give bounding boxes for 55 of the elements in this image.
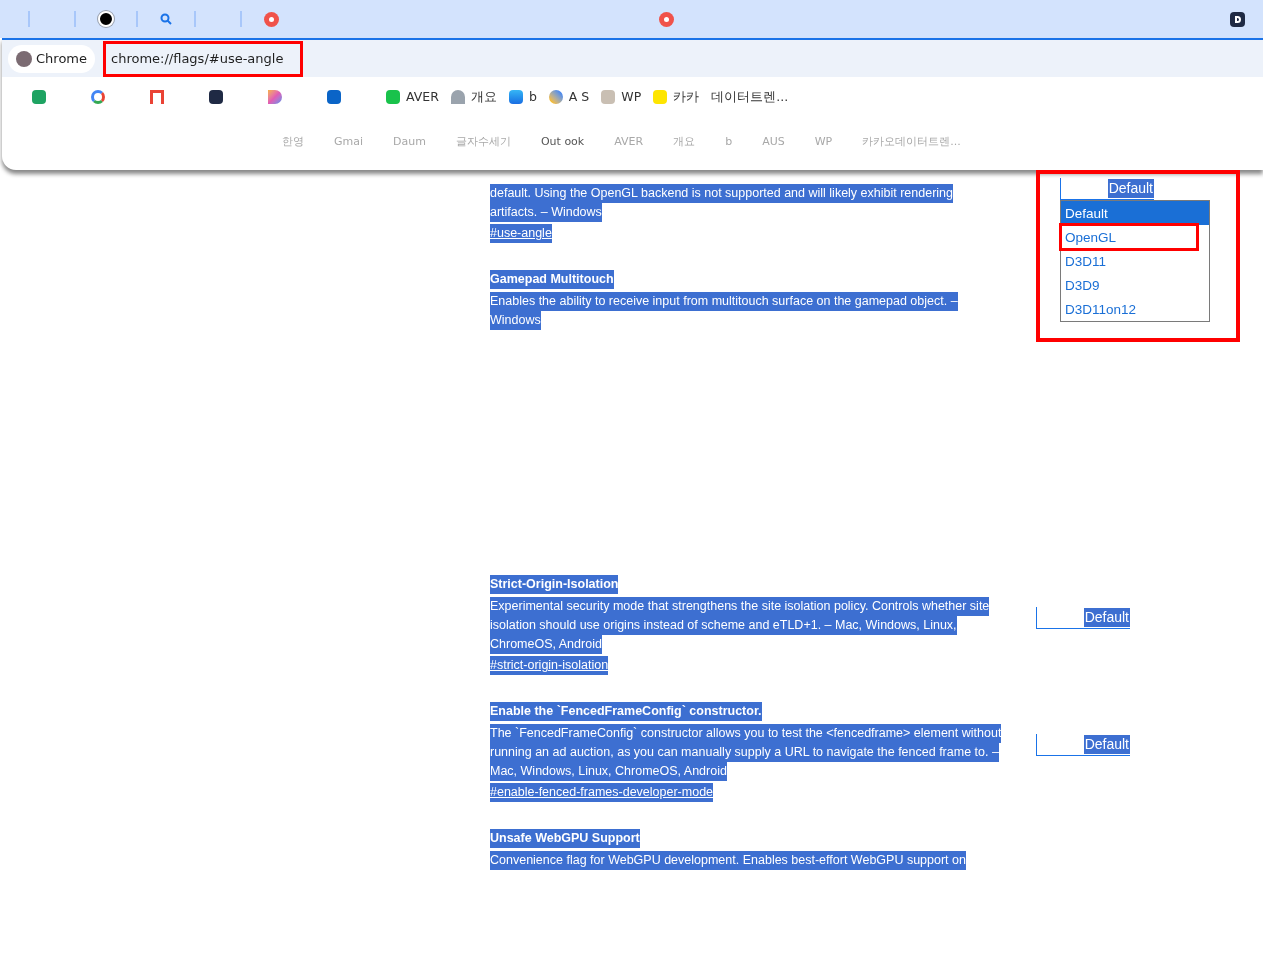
bookmark[interactable]: b bbox=[508, 87, 537, 107]
bookmark[interactable]: 카카 bbox=[653, 87, 700, 107]
bookmark[interactable]: AVER bbox=[386, 87, 439, 107]
flag-description: default. Using the OpenGL backend is not supported and will likely exhibit rendering bbox=[490, 184, 953, 203]
flag-title: Gamepad Multitouch bbox=[490, 270, 614, 289]
tab-divider bbox=[136, 11, 138, 27]
flag-title: Enable the `FencedFrameConfig` constructor. bbox=[490, 702, 762, 721]
dropdown-option[interactable]: D3D11 bbox=[1061, 249, 1209, 273]
url-field[interactable]: chrome://flags/#use-angle bbox=[103, 40, 303, 77]
bookmark-ghost-label: AUS bbox=[762, 133, 785, 150]
dots-icon[interactable] bbox=[659, 11, 674, 27]
search-icon[interactable] bbox=[160, 13, 172, 25]
flag-description: Convenience flag for WebGPU development. Enables best-effort WebGPU support on bbox=[490, 851, 966, 870]
bookmark[interactable]: 개요 bbox=[450, 87, 497, 107]
bookmark-ghost-label: 카카오데이터트렌... bbox=[862, 133, 961, 150]
flag-description: artifacts. – Windows bbox=[490, 203, 602, 222]
bookmark-ghost-label: WP bbox=[814, 133, 833, 150]
tab-divider bbox=[194, 11, 196, 27]
bookmark-ghost-label: Gmai bbox=[334, 133, 364, 150]
flag-description: Mac, Windows, Linux, ChromeOS, Android bbox=[490, 762, 727, 781]
bookmark[interactable]: A S bbox=[548, 87, 590, 107]
flag-link[interactable]: #enable-fenced-frames-developer-mode bbox=[490, 783, 714, 802]
dropdown-option[interactable]: D3D11on12 bbox=[1061, 297, 1209, 321]
flag-description: isolation should use origins instead of scheme and eTLD+1. – Mac, Windows, Linux, bbox=[490, 616, 957, 635]
profile-chip[interactable]: Chrome bbox=[8, 44, 95, 73]
google-icon bbox=[91, 90, 105, 104]
dots-icon[interactable] bbox=[264, 11, 279, 27]
dropdown-option[interactable]: OpenGL bbox=[1061, 225, 1197, 249]
flag-title: Unsafe WebGPU Support bbox=[490, 829, 640, 848]
bookmark[interactable]: 데이터트렌... bbox=[711, 87, 789, 107]
flag-description: The `FencedFrameConfig` constructor allows you to test the <fencedframe> element without bbox=[490, 724, 1002, 743]
bookmark-ghost-label: 한영 bbox=[282, 133, 304, 150]
tab-divider bbox=[74, 11, 76, 27]
flag-description: ChromeOS, Android bbox=[490, 635, 602, 654]
bookmark-ghost-label: Daum bbox=[393, 133, 426, 150]
flag-description: Windows bbox=[490, 311, 541, 330]
tab-divider bbox=[240, 11, 242, 27]
flag-link[interactable]: #strict-origin-isolation bbox=[490, 656, 609, 675]
flag-title: Strict-Origin-Isolation bbox=[490, 575, 619, 594]
flag-description: Enables the ability to receive input from multitouch surface on the gamepad object. – bbox=[490, 292, 958, 311]
flag-description: Experimental security mode that strengthens the site isolation policy. Controls whether site bbox=[490, 597, 990, 616]
bookmark-ghost-label: 글자수세기 bbox=[455, 133, 511, 150]
dropdown-option[interactable]: D3D9 bbox=[1061, 273, 1209, 297]
flag-description: running an ad auction, as you can manually supply a URL to navigate the fenced frame to. – bbox=[490, 743, 999, 762]
bookmark-ghost-label: 개요 bbox=[673, 133, 696, 150]
select-dropdown[interactable]: Default bbox=[1036, 607, 1130, 629]
dropdown-option[interactable]: Default bbox=[1061, 201, 1209, 225]
avatar-icon bbox=[16, 50, 32, 67]
tab-divider bbox=[28, 11, 30, 27]
flag-link[interactable]: #use-angle bbox=[490, 224, 552, 243]
select-dropdown[interactable]: Default bbox=[1036, 734, 1130, 756]
bookmark-ghost-label: Out ook bbox=[540, 133, 585, 150]
bookmark[interactable]: WP bbox=[601, 87, 642, 107]
bookmark-ghost-label: b bbox=[725, 133, 733, 150]
bookmark-ghost-label: AVER bbox=[614, 133, 644, 150]
